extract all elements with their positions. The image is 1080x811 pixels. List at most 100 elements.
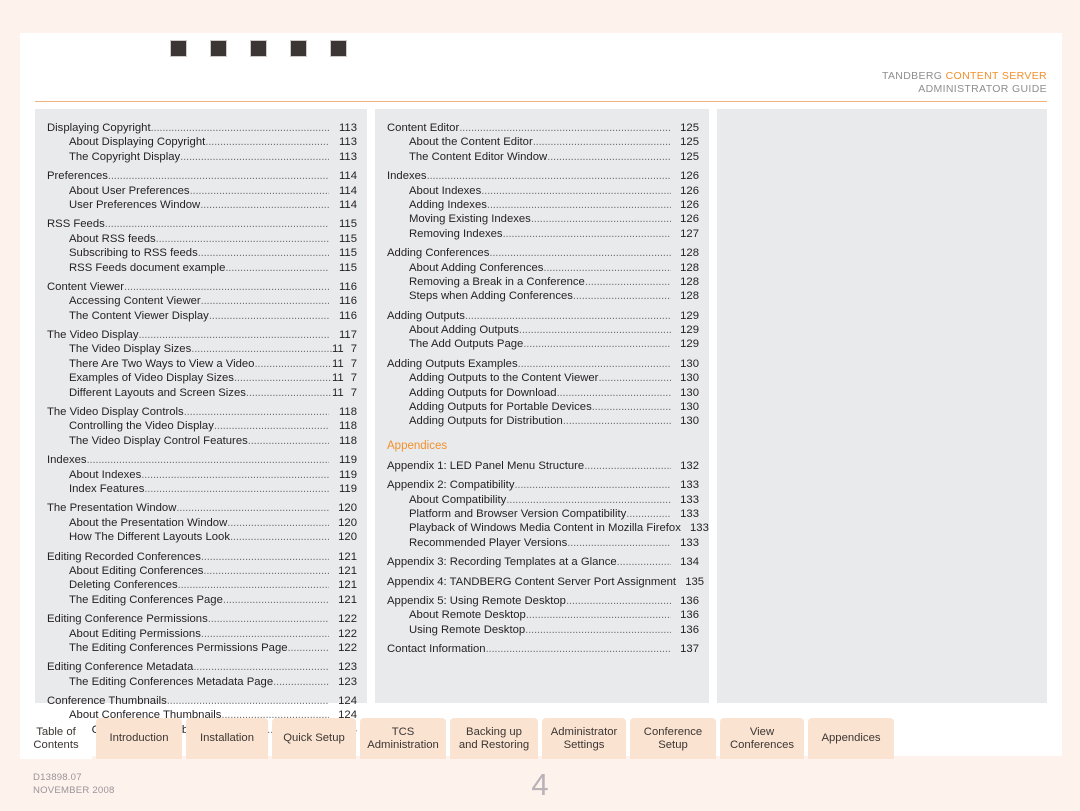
toc-entry[interactable]: Adding Outputs for Download.............…: [385, 386, 699, 400]
toc-entry[interactable]: About Editing Permissions...............…: [45, 627, 357, 641]
toc-entry[interactable]: Adding Outputs for Portable Devices.....…: [385, 400, 699, 414]
toc-entry[interactable]: About Adding Conferences................…: [385, 261, 699, 275]
toc-entry-title: The Add Outputs Page: [409, 338, 524, 351]
toc-entry[interactable]: RSS Feeds document example..............…: [45, 261, 357, 275]
toc-entry[interactable]: Contact Information.....................…: [385, 642, 699, 656]
toc-entry-page: 128: [680, 247, 699, 260]
toc-entry[interactable]: Different Layouts and Screen Sizes......…: [45, 386, 357, 400]
toc-entry[interactable]: The Copyright Display...................…: [45, 150, 357, 164]
toc-entry[interactable]: About Indexes...........................…: [385, 184, 699, 198]
toc-entry[interactable]: The Editing Conferences Page............…: [45, 593, 357, 607]
toc-entry[interactable]: Adding Indexes..........................…: [385, 198, 699, 212]
toc-entry[interactable]: About Displaying Copyright..............…: [45, 135, 357, 149]
toc-entry[interactable]: The Presentation Window.................…: [45, 501, 357, 515]
toc-entry[interactable]: Appendix 1: LED Panel Menu Structure....…: [385, 459, 699, 473]
toc-entry[interactable]: The Video Display Control Features......…: [45, 434, 357, 448]
tab-appendices[interactable]: Appendices: [808, 718, 894, 759]
toc-entry[interactable]: About the Content Editor................…: [385, 135, 699, 149]
tab-view-conferences[interactable]: View Conferences: [720, 718, 804, 759]
toc-entry[interactable]: The Editing Conferences Metadata Page...…: [45, 675, 357, 689]
tab-backing-up-and-restoring[interactable]: Backing up and Restoring: [450, 718, 538, 759]
toc-entry-page: 125: [680, 136, 699, 149]
toc-entry[interactable]: About Adding Outputs....................…: [385, 323, 699, 337]
toc-entry[interactable]: Recommended Player Versions.............…: [385, 536, 699, 550]
toc-entry[interactable]: Removing a Break in a Conference........…: [385, 275, 699, 289]
toc-entry[interactable]: The Content Editor Window...............…: [385, 150, 699, 164]
toc-entry[interactable]: Appendix 3: Recording Templates at a Gla…: [385, 555, 699, 569]
toc-entry[interactable]: Removing Indexes........................…: [385, 227, 699, 241]
toc-entry-title: About Editing Conferences: [69, 564, 204, 577]
toc-entry-title: About Adding Conferences: [409, 261, 544, 274]
toc-entry[interactable]: Deleting Conferences....................…: [45, 578, 357, 592]
tab-introduction[interactable]: Introduction: [96, 718, 182, 759]
toc-entry[interactable]: About Editing Conferences...............…: [45, 564, 357, 578]
tab-table-of-contents[interactable]: Table of Contents: [20, 718, 92, 759]
toc-entry-page: 130: [680, 401, 699, 414]
toc-entry[interactable]: Indexes.................................…: [45, 453, 357, 467]
toc-entry[interactable]: There Are Two Ways to View a Video......…: [45, 357, 357, 371]
toc-entry[interactable]: Examples of Video Display Sizes.........…: [45, 371, 357, 385]
toc-entry[interactable]: About User Preferences..................…: [45, 184, 357, 198]
toc-entry[interactable]: Adding Conferences......................…: [385, 246, 699, 260]
toc-entry-page: 116: [338, 280, 357, 293]
toc-entry[interactable]: About Remote Desktop....................…: [385, 608, 699, 622]
toc-entry[interactable]: The Video Display.......................…: [45, 328, 357, 342]
toc-leader-dots: ........................................…: [205, 136, 329, 149]
toc-entry[interactable]: How The Different Layouts Look..........…: [45, 530, 357, 544]
toc-entry[interactable]: User Preferences Window.................…: [45, 198, 357, 212]
toc-entry[interactable]: The Video Display Sizes.................…: [45, 342, 357, 356]
toc-entry[interactable]: The Editing Conferences Permissions Page…: [45, 641, 357, 655]
toc-entry[interactable]: Preferences.............................…: [45, 169, 357, 183]
toc-entry-page: 125: [680, 150, 699, 163]
toc-entry[interactable]: Editing Recorded Conferences............…: [45, 550, 357, 564]
toc-entry[interactable]: Index Features..........................…: [45, 482, 357, 496]
toc-entry[interactable]: The Content Viewer Display..............…: [45, 309, 357, 323]
toc-entry[interactable]: Moving Existing Indexes.................…: [385, 212, 699, 226]
tab-administrator-settings[interactable]: Administrator Settings: [542, 718, 626, 759]
toc-entry[interactable]: The Add Outputs Page....................…: [385, 337, 699, 351]
toc-entry[interactable]: About Indexes...........................…: [45, 468, 357, 482]
toc-entry-title: RSS Feeds: [47, 218, 105, 231]
toc-entry[interactable]: The Video Display Controls..............…: [45, 405, 357, 419]
toc-entry[interactable]: Accessing Content Viewer................…: [45, 294, 357, 308]
tab-conference-setup[interactable]: Conference Setup: [630, 718, 716, 759]
toc-entry[interactable]: Editing Conference Permissions..........…: [45, 612, 357, 626]
toc-entry[interactable]: Platform and Browser Version Compatibili…: [385, 507, 699, 521]
toc-entry[interactable]: Appendix 5: Using Remote Desktop........…: [385, 594, 699, 608]
toc-entry[interactable]: Content Editor..........................…: [385, 121, 699, 135]
toc-entry[interactable]: Conference Thumbnails...................…: [45, 694, 357, 708]
toc-leader-dots: ........................................…: [530, 213, 671, 226]
toc-entry-page: 118: [338, 434, 357, 447]
toc-entry[interactable]: Editing Conference Metadata.............…: [45, 660, 357, 674]
toc-entry[interactable]: About RSS feeds.........................…: [45, 232, 357, 246]
toc-entry[interactable]: Steps when Adding Conferences...........…: [385, 289, 699, 303]
toc-entry[interactable]: Using Remote Desktop....................…: [385, 623, 699, 637]
toc-column-3-empty: [717, 109, 1047, 703]
toc-entry[interactable]: Indexes.................................…: [385, 169, 699, 183]
toc-entry[interactable]: Appendix 4: TANDBERG Content Server Port…: [385, 575, 704, 589]
tab-tcs-administration[interactable]: TCS Administration: [360, 718, 446, 759]
toc-entry[interactable]: RSS Feeds...............................…: [45, 217, 357, 231]
tab-quick-setup[interactable]: Quick Setup: [272, 718, 356, 759]
toc-leader-dots: ........................................…: [517, 357, 671, 370]
toc-leader-dots: ........................................…: [150, 122, 329, 134]
section-tab-bar[interactable]: Table of Contents Introduction Installatio…: [20, 718, 1062, 759]
toc-entry[interactable]: Content Viewer..........................…: [45, 280, 357, 294]
toc-entry-page: 118: [338, 420, 357, 433]
toc-entry-title: The Editing Conferences Metadata Page: [69, 675, 274, 688]
toc-entry[interactable]: About the Presentation Window...........…: [45, 516, 357, 530]
toc-entry[interactable]: Displaying Copyright....................…: [45, 121, 357, 135]
toc-entry[interactable]: Adding Outputs to the Content Viewer....…: [385, 371, 699, 385]
toc-entry[interactable]: Adding Outputs..........................…: [385, 309, 699, 323]
toc-entry[interactable]: Adding Outputs for Distribution.........…: [385, 414, 699, 428]
toc-entry[interactable]: Appendix 2: Compatibility...............…: [385, 478, 699, 492]
toc-entry-title: Removing Indexes: [409, 227, 503, 240]
toc-entry[interactable]: About Compatibility.....................…: [385, 493, 699, 507]
toc-entry[interactable]: Adding Outputs Examples.................…: [385, 357, 699, 371]
toc-leader-dots: ........................................…: [525, 623, 671, 636]
toc-entry[interactable]: Controlling the Video Display...........…: [45, 419, 357, 433]
toc-entry-title: About Displaying Copyright: [69, 136, 206, 149]
tab-installation[interactable]: Installation: [186, 718, 268, 759]
toc-entry[interactable]: Subscribing to RSS feeds................…: [45, 246, 357, 260]
toc-entry[interactable]: Playback of Windows Media Content in Moz…: [385, 521, 709, 535]
